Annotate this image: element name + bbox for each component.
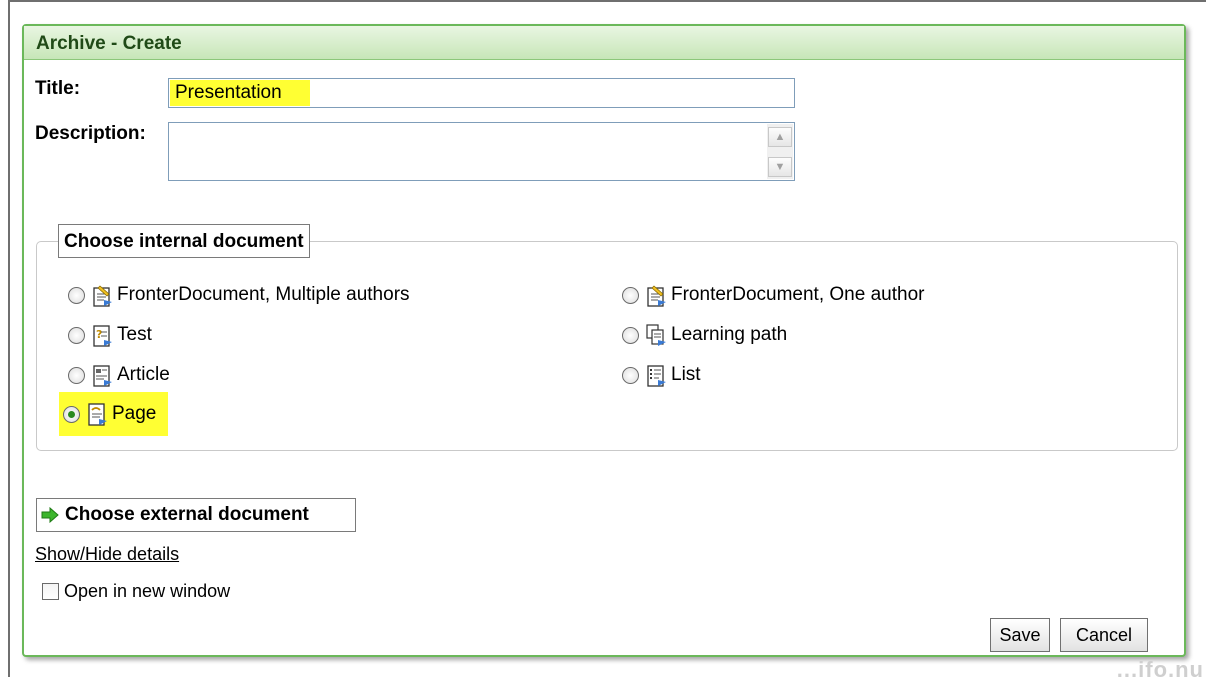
title-input[interactable]: Presentation (168, 78, 795, 108)
svg-text:?: ? (96, 328, 102, 341)
choose-external-document-button[interactable]: Choose external document (36, 498, 356, 532)
option-label: FronterDocument, One author (671, 284, 925, 305)
radio-button[interactable] (622, 366, 639, 384)
archive-create-panel: Archive - Create Title: Presentation Des… (22, 24, 1186, 657)
cancel-button[interactable]: Cancel (1060, 618, 1148, 652)
radio-button-selected[interactable] (63, 405, 80, 423)
radio-button[interactable] (68, 326, 85, 344)
page-document-icon (88, 403, 107, 426)
green-arrow-icon (41, 507, 59, 523)
option-label: Test (117, 324, 152, 345)
option-label: Article (117, 364, 170, 385)
radio-button[interactable] (68, 366, 85, 384)
frame-border-left (8, 0, 10, 677)
description-label: Description: (35, 123, 146, 144)
fronter-document-icon (647, 285, 666, 307)
scroll-down-icon[interactable]: ▼ (768, 157, 792, 177)
option-label: Learning path (671, 324, 788, 345)
radio-button[interactable] (622, 286, 639, 304)
open-in-new-window-checkbox[interactable] (42, 583, 59, 600)
radio-button[interactable] (68, 286, 85, 304)
option-fronter-multiple[interactable]: FronterDocument, Multiple authors (68, 279, 410, 311)
open-in-new-window-row[interactable]: Open in new window (42, 581, 230, 602)
show-hide-details-link[interactable]: Show/Hide details (35, 544, 179, 565)
option-list[interactable]: List (622, 359, 701, 391)
option-test[interactable]: ? Test (68, 319, 152, 351)
title-input-value: Presentation (170, 80, 310, 106)
option-article[interactable]: Article (68, 359, 170, 391)
list-document-icon (647, 365, 666, 387)
option-label: FronterDocument, Multiple authors (117, 284, 410, 305)
internal-document-legend: Choose internal document (58, 224, 310, 258)
option-fronter-one[interactable]: FronterDocument, One author (622, 279, 924, 311)
scroll-up-icon[interactable]: ▲ (768, 127, 792, 147)
test-document-icon: ? (93, 325, 112, 347)
open-in-new-window-label: Open in new window (64, 581, 231, 601)
description-scrollbar[interactable]: ▲ ▼ (767, 124, 793, 179)
option-label: Page (112, 403, 157, 424)
panel-title: Archive - Create (24, 26, 1184, 60)
radio-button[interactable] (622, 326, 639, 344)
fronter-document-icon (93, 285, 112, 307)
save-button[interactable]: Save (990, 618, 1050, 652)
choose-external-document-label: Choose external document (65, 504, 309, 525)
frame-border-top (8, 0, 1206, 2)
option-learning-path[interactable]: Learning path (622, 319, 787, 351)
watermark-logo: ...ifo.nu (1116, 657, 1204, 682)
title-label: Title: (35, 78, 81, 99)
article-document-icon (93, 365, 112, 387)
option-page[interactable]: Page (59, 392, 169, 436)
learning-path-icon (646, 324, 666, 346)
option-label: List (671, 364, 701, 385)
internal-document-group: Choose internal document FronterDocument… (36, 224, 1178, 451)
description-textarea[interactable]: ▲ ▼ (168, 122, 795, 181)
